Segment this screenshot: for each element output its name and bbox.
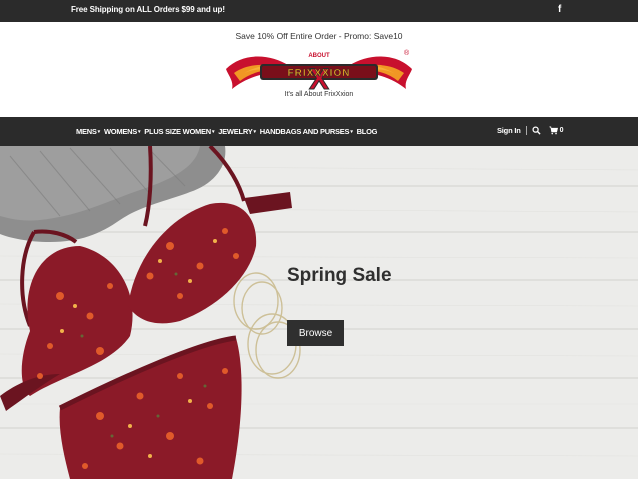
nav-item-womens[interactable]: WOMENS ▾: [103, 127, 141, 136]
nav-item-label: JEWELRY: [218, 127, 253, 136]
hero-title: Spring Sale: [287, 265, 392, 286]
tagline: It's all About FrixXxion: [284, 91, 354, 98]
cart-count: 0: [559, 127, 564, 134]
nav-item-mens[interactable]: MENS ▾: [76, 127, 100, 136]
logo-brand-text: FRIXXXION: [288, 68, 351, 79]
free-shipping-text: Free Shipping on ALL Orders $99 and up!: [71, 5, 225, 14]
nav-item-label: HANDBAGS AND PURSES: [259, 127, 350, 136]
facebook-icon[interactable]: f: [558, 4, 561, 15]
registered-mark: ®: [404, 49, 410, 57]
promo-code-text: Save 10% Off Entire Order - Promo: Save1…: [235, 31, 403, 41]
main-nav: MENS ▾ WOMENS ▾ PLUS SIZE WOMEN ▾ JEWELRY ▾ …: [0, 117, 638, 146]
nav-item-label: WOMENS: [103, 127, 138, 136]
nav-account-area: Sign In 0: [497, 126, 564, 135]
search-icon[interactable]: [532, 126, 541, 135]
nav-item-blog[interactable]: BLOG: [357, 127, 378, 136]
chevron-down-icon: ▾: [253, 128, 256, 135]
nav-item-jewelry[interactable]: JEWELRY ▾: [218, 127, 256, 136]
nav-item-plus-size-women[interactable]: PLUS SIZE WOMEN ▾: [144, 127, 214, 136]
sign-in-link[interactable]: Sign In: [497, 126, 521, 135]
nav-item-handbags[interactable]: HANDBAGS AND PURSES ▾: [260, 127, 353, 136]
nav-item-label: PLUS SIZE WOMEN: [144, 127, 211, 136]
site-header: Save 10% Off Entire Order - Promo: Save1…: [0, 22, 638, 117]
top-promo-bar: Free Shipping on ALL Orders $99 and up! …: [0, 0, 638, 22]
chevron-down-icon: ▾: [138, 128, 141, 135]
cart-icon[interactable]: [549, 126, 558, 135]
browse-button[interactable]: Browse: [287, 320, 344, 346]
chevron-down-icon: ▾: [97, 128, 101, 135]
chevron-down-icon: ▾: [350, 128, 353, 135]
chevron-down-icon: ▾: [211, 128, 215, 135]
nav-divider: [525, 126, 527, 135]
hero-image: [0, 146, 638, 479]
logo-about-text: ABOUT: [308, 53, 330, 59]
nav-item-label: BLOG: [356, 127, 378, 136]
nav-menu: MENS ▾ WOMENS ▾ PLUS SIZE WOMEN ▾ JEWELRY ▾ …: [76, 127, 377, 136]
hero-banner[interactable]: Spring Sale Browse: [0, 146, 638, 479]
nav-item-label: MENS: [76, 127, 97, 136]
